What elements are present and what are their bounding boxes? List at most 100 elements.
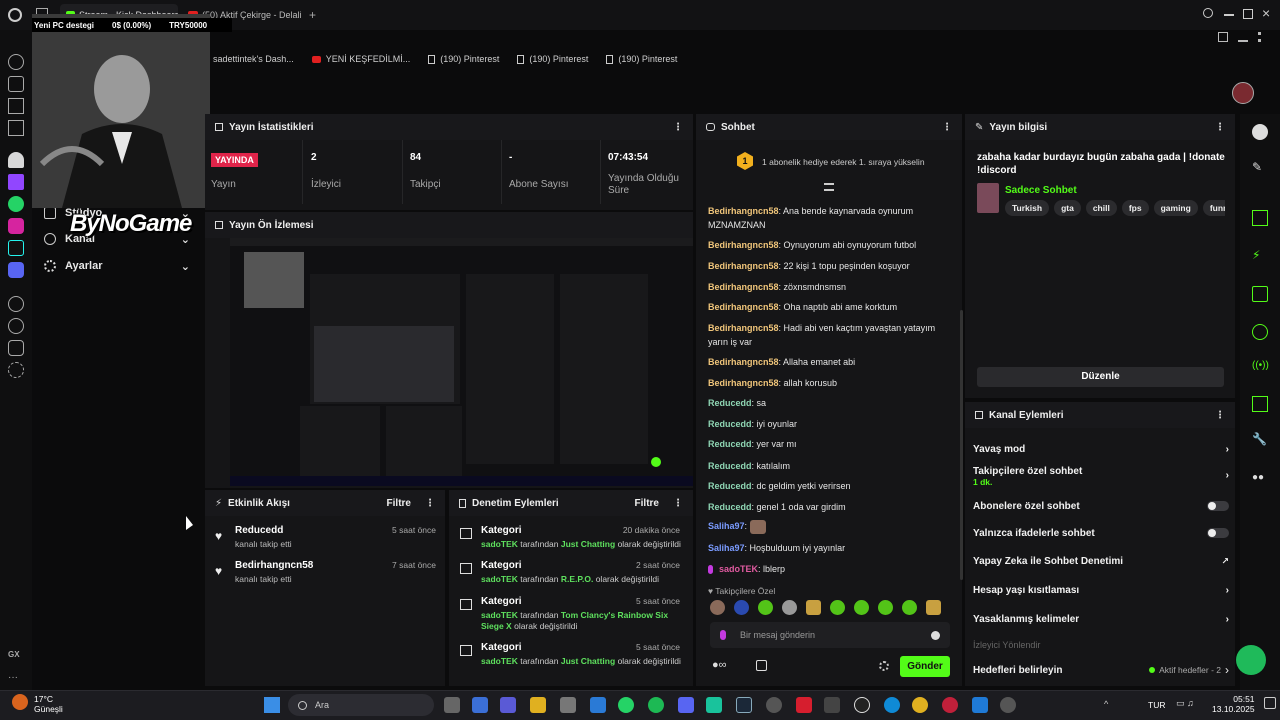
list-item[interactable]: Kategori 5 saat önce sadoTEK tarafından … <box>456 596 686 640</box>
tag[interactable]: funny <box>1202 200 1225 216</box>
send-button[interactable]: Gönder <box>900 656 950 677</box>
chat-settings-icon[interactable] <box>879 661 889 671</box>
chat-username[interactable]: Saliha97 <box>708 521 745 531</box>
chat-message[interactable]: Saliha97: Hoşbulduum iyi yayınlar <box>708 541 948 555</box>
bookmark-item[interactable]: (190) Pinterest <box>606 54 677 64</box>
set-goals-row[interactable]: Hedefleri belirleyin Aktif hedefler - 2 … <box>973 661 1229 679</box>
app-icon[interactable] <box>824 697 840 713</box>
emoji-icon[interactable] <box>931 630 940 640</box>
tag[interactable]: fps <box>1121 200 1149 216</box>
emote[interactable] <box>734 600 749 615</box>
tiktok-icon[interactable] <box>8 240 24 256</box>
twitch-icon[interactable] <box>8 174 24 190</box>
filter-button[interactable]: Filtre <box>387 498 411 509</box>
banned-words-row[interactable]: Yasaklanmış kelimeler › <box>973 610 1229 628</box>
chat-username[interactable]: Reducedd <box>708 461 752 471</box>
chat-message[interactable]: Bedirhangncn58: Oynuyorum abi oynuyorum … <box>708 238 948 252</box>
chat-message[interactable]: Bedirhangncn58: allah korusub <box>708 376 948 390</box>
discord-icon[interactable] <box>678 697 694 713</box>
chat-username[interactable]: Bedirhangncn58 <box>708 302 779 312</box>
info-icon[interactable] <box>1252 124 1268 140</box>
extensions-icon[interactable] <box>8 340 24 356</box>
settings-icon[interactable] <box>8 362 24 378</box>
tag[interactable]: Turkish <box>1005 200 1050 216</box>
edit-icon[interactable]: ✎ <box>1252 160 1268 176</box>
chat-username[interactable]: Bedirhangncn58 <box>708 378 779 388</box>
microphone-icon[interactable] <box>720 630 726 640</box>
chat-username[interactable]: Bedirhangncn58 <box>708 357 779 367</box>
more-options-icon[interactable]: ⋮ <box>673 498 683 509</box>
chat-message[interactable]: Bedirhangncn58: 22 kişi 1 topu peşinden … <box>708 259 948 273</box>
drag-handle-icon[interactable] <box>215 221 223 229</box>
chat-username[interactable]: Bedirhangncn58 <box>708 261 779 271</box>
tag[interactable]: chill <box>1085 200 1117 216</box>
vscode-icon[interactable] <box>972 697 988 713</box>
chat-message[interactable]: Bedirhangncn58: Hadi abi ven kaçtım yava… <box>708 321 948 349</box>
list-item[interactable]: Kategori 2 saat önce sadoTEK tarafından … <box>456 560 686 596</box>
list-item[interactable]: Kategori 20 dakika önce sadoTEK tarafınd… <box>456 525 686 561</box>
slow-mode-row[interactable]: Yavaş mod › <box>973 440 1229 458</box>
avatar[interactable] <box>1232 82 1254 104</box>
emote[interactable] <box>878 600 893 615</box>
chat-username[interactable]: Bedirhangncn58 <box>708 240 779 250</box>
filter-button[interactable]: Filtre <box>635 498 659 509</box>
more-options-icon[interactable]: ⋮ <box>673 122 683 133</box>
category-link[interactable]: Sadece Sohbet <box>1005 185 1077 196</box>
app-icon[interactable] <box>706 697 722 713</box>
points-icon[interactable]: ●∞ <box>712 659 742 673</box>
network-volume-icons[interactable]: ▭ ♫ <box>1176 698 1194 709</box>
emote[interactable] <box>710 600 725 615</box>
teams-icon[interactable] <box>500 697 516 713</box>
chat-username[interactable]: Saliha97 <box>708 543 745 553</box>
close-icon[interactable]: × <box>1262 5 1270 21</box>
arc-icon[interactable] <box>8 152 24 168</box>
whatsapp-icon[interactable] <box>8 196 24 212</box>
chat-message[interactable]: Bedirhangncn58: Oha naptıb abi ame korkt… <box>708 300 948 314</box>
chat-username[interactable]: Reducedd <box>708 419 752 429</box>
subscribers-only-toggle[interactable] <box>1207 501 1229 511</box>
shopping-icon[interactable] <box>8 76 24 92</box>
drag-handle-icon[interactable] <box>975 411 983 419</box>
player-icon[interactable] <box>8 296 24 312</box>
bookmark-item[interactable]: (190) Pinterest <box>428 54 499 64</box>
mail-icon[interactable] <box>590 697 606 713</box>
account-age-row[interactable]: Hesap yaşı kısıtlaması › <box>973 581 1229 599</box>
pinned-collapse-icon[interactable] <box>824 183 834 191</box>
bolt-icon[interactable]: ⚡ <box>1252 248 1268 264</box>
emote[interactable] <box>854 600 869 615</box>
edge-icon[interactable] <box>884 697 900 713</box>
tag[interactable]: gaming <box>1153 200 1198 216</box>
bookmark-manager-icon[interactable] <box>1218 32 1228 42</box>
chat-username[interactable]: sadoTEK <box>719 564 758 574</box>
notifications-icon[interactable] <box>1264 697 1276 709</box>
list-item[interactable]: ♥ Reducedd kanalı takip etti 5 saat önce <box>212 525 442 557</box>
wrench-icon[interactable]: 🔧 <box>1252 432 1268 448</box>
more-options-icon[interactable]: ⋮ <box>1215 410 1225 421</box>
chat-username[interactable]: Bedirhangncn58 <box>708 282 779 292</box>
chat-input[interactable]: Bir mesaj gönderin <box>710 622 950 648</box>
language-indicator[interactable]: TUR <box>1148 700 1165 710</box>
search-icon[interactable] <box>1203 8 1213 18</box>
spotify-icon[interactable] <box>648 697 664 713</box>
emotes-only-toggle[interactable] <box>1207 528 1229 538</box>
browser-logo-icon[interactable] <box>8 8 22 22</box>
refresh-icon[interactable] <box>8 54 24 70</box>
bookmark-item[interactable]: (190) Pinterest <box>517 54 588 64</box>
app-icon[interactable] <box>1000 697 1016 713</box>
emote[interactable] <box>926 600 941 615</box>
more-options-icon[interactable]: ⋮ <box>425 498 435 509</box>
unreal-icon[interactable] <box>854 697 870 713</box>
messenger-icon[interactable] <box>8 120 24 136</box>
chat-notice[interactable]: 1 abonelik hediye ederek 1. sıraya yükse… <box>762 157 925 167</box>
download-icon[interactable] <box>1238 32 1248 42</box>
chat-message[interactable]: Bedirhangncn58: Allaha emanet abi <box>708 355 948 369</box>
layout-icon[interactable] <box>1252 396 1268 412</box>
emote[interactable] <box>902 600 917 615</box>
list-item[interactable]: Kategori 5 saat önce sadoTEK tarafından … <box>456 642 686 678</box>
chat-message[interactable]: Reducedd: katılalım <box>708 459 948 473</box>
taskbar-search[interactable]: Ara <box>288 694 434 716</box>
chat-message[interactable]: Reducedd: iyi oyunlar <box>708 417 948 431</box>
discord-icon[interactable] <box>8 262 24 278</box>
history-icon[interactable] <box>8 318 24 334</box>
chat-message[interactable]: Reducedd: sa <box>708 396 948 410</box>
